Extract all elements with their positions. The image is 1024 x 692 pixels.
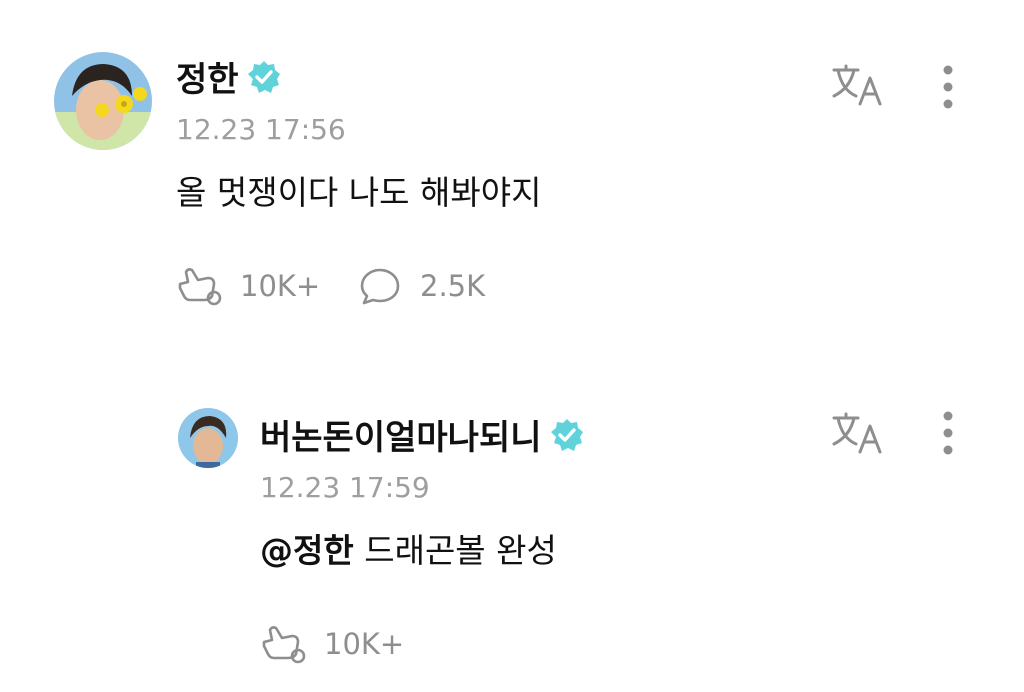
like-hand-icon	[178, 268, 222, 306]
like-button[interactable]: 10K+	[176, 266, 320, 306]
reply-timestamp: 12.23 17:59	[260, 471, 430, 504]
reply-avatar-image	[178, 408, 238, 468]
reply-author-name-text: 버논돈이얼마나되니	[260, 418, 542, 458]
verified-badge-icon	[247, 60, 281, 100]
post-timestamp: 12.23 17:56	[176, 113, 346, 146]
reply-like-count: 10K+	[324, 626, 405, 661]
verified-badge-icon	[550, 418, 584, 458]
avatar-image	[54, 52, 152, 150]
like-hand-icon	[262, 626, 306, 664]
translate-icon	[832, 412, 882, 454]
author-name[interactable]: 정한	[176, 60, 281, 100]
more-options-button[interactable]	[934, 64, 962, 114]
reply-like-button[interactable]: 10K+	[260, 624, 404, 664]
reply-text: @정한 드래곤볼 완성	[260, 534, 557, 567]
reply-translate-button[interactable]	[830, 410, 886, 460]
mention-link[interactable]: @정한	[260, 531, 354, 570]
translate-button[interactable]	[830, 62, 886, 112]
reply-avatar[interactable]	[178, 408, 238, 468]
reply-text-body: 드래곤볼 완성	[353, 531, 557, 570]
avatar[interactable]	[54, 52, 152, 150]
more-vertical-icon	[943, 411, 953, 455]
like-count: 10K+	[240, 268, 321, 303]
comment-count: 2.5K	[420, 268, 486, 303]
more-vertical-icon	[943, 65, 953, 109]
reply-more-options-button[interactable]	[934, 410, 962, 460]
comment-button[interactable]: 2.5K	[358, 266, 485, 306]
post-text: 올 멋쟁이다 나도 해봐야지	[176, 173, 542, 212]
comment-bubble-icon	[360, 268, 400, 305]
author-name-text: 정한	[176, 60, 239, 100]
translate-icon	[832, 64, 882, 106]
reply-author-name[interactable]: 버논돈이얼마나되니	[260, 418, 584, 458]
